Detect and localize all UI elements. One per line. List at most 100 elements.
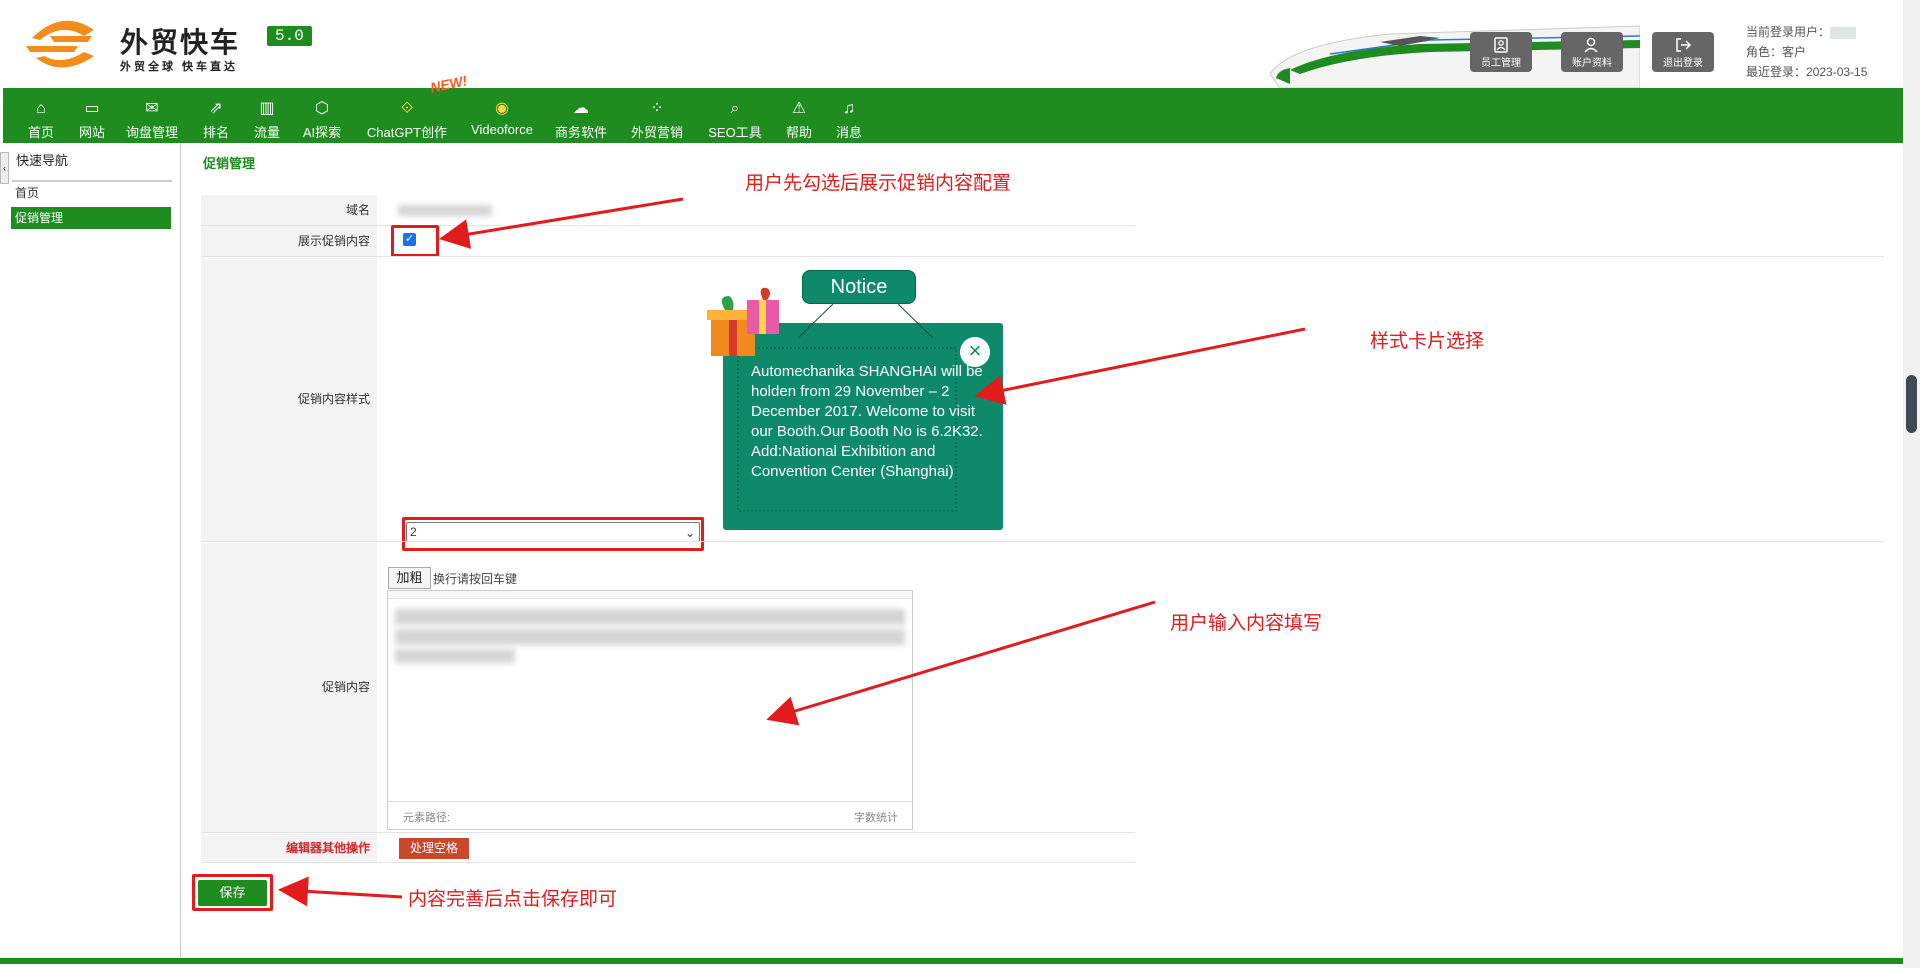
nav-item-home[interactable]: ⌂ 首页 bbox=[21, 88, 61, 143]
bar-chart-icon: ▥ bbox=[259, 100, 275, 117]
domain-value-redacted bbox=[398, 205, 492, 216]
arrow-step2 bbox=[974, 327, 1306, 405]
editor-path-label: 元素路径: bbox=[403, 812, 451, 824]
nav-label: 网站 bbox=[78, 125, 105, 140]
annotation-step4: 内容完善后点击保存即可 bbox=[408, 889, 618, 910]
nav-item-ai[interactable]: ⬡ AI探索 bbox=[297, 88, 347, 143]
staff-icon bbox=[1494, 37, 1508, 53]
nav-item-chatgpt[interactable]: ⟐ ChatGPT创作 bbox=[361, 88, 453, 143]
annotation-highlight-select bbox=[402, 517, 704, 551]
scrollbar[interactable] bbox=[1903, 0, 1920, 968]
ai-icon: ⬡ bbox=[315, 100, 329, 117]
header: 外贸快车 5.0 外贸全球 快车直达 员工管理 账户资料 退出登录 当前登录用户… bbox=[0, 0, 1903, 88]
staff-management-button[interactable]: 员工管理 bbox=[1470, 32, 1532, 72]
help-icon: ⚠ bbox=[791, 100, 807, 117]
row-divider bbox=[201, 541, 1884, 542]
account-info-button[interactable]: 账户资料 bbox=[1561, 32, 1623, 72]
nav-label: 外贸营销 bbox=[630, 125, 683, 140]
nav-label: 排名 bbox=[202, 125, 229, 140]
nav-item-marketing[interactable]: ⁘ 外贸营销 bbox=[627, 88, 687, 143]
logo-version: 5.0 bbox=[267, 26, 312, 46]
nav-item-software[interactable]: ☁ 商务软件 bbox=[551, 88, 611, 143]
sidebar-item-home[interactable]: 首页 bbox=[11, 182, 171, 204]
logout-label: 退出登录 bbox=[1663, 58, 1703, 69]
promo-card-text: Automechanika SHANGHAI will be holden fr… bbox=[751, 363, 983, 480]
nav-item-seo[interactable]: ⌕ SEO工具 bbox=[705, 88, 765, 143]
nav-label: 询盘管理 bbox=[125, 125, 178, 140]
style-label: 促销内容样式 bbox=[201, 258, 377, 541]
row-divider bbox=[201, 256, 1884, 257]
nav-item-videoforce[interactable]: ◉ Videoforce bbox=[466, 88, 538, 143]
editor-word-count: 字数统计 bbox=[854, 812, 898, 824]
logo-title: 外贸快车 bbox=[120, 26, 241, 59]
nav-item-messages[interactable]: ♫ 消息 bbox=[829, 88, 869, 143]
nav-item-traffic[interactable]: ▥ 流量 bbox=[247, 88, 287, 143]
nav-label: 帮助 bbox=[785, 125, 812, 140]
scrollbar-thumb[interactable] bbox=[1906, 375, 1917, 433]
main-nav: ⌂ 首页 ▭ 网站 ✉ 询盘管理 ⇗ 排名 ▥ 流量 ⬡ AI探索 ⟐ ChatGPT创作 ◉… bbox=[3, 88, 1903, 143]
sidebar-title: 快速导航 bbox=[16, 153, 69, 168]
nav-item-ranking[interactable]: ⇗ 排名 bbox=[196, 88, 236, 143]
logo-icon bbox=[26, 20, 94, 68]
bell-icon: ♫ bbox=[843, 100, 855, 117]
editor-hint: 换行请按回车键 bbox=[433, 572, 518, 586]
show-promo-label: 展示促销内容 bbox=[201, 226, 377, 256]
nav-label: AI探索 bbox=[302, 125, 342, 140]
nav-label: Videoforce bbox=[471, 122, 533, 137]
marketing-icon: ⁘ bbox=[650, 100, 664, 117]
nav-label: 首页 bbox=[27, 125, 54, 140]
nav-item-website[interactable]: ▭ 网站 bbox=[72, 88, 112, 143]
editor-footer: 元素路径: 字数统计 bbox=[388, 801, 912, 829]
sidebar-item-promotion[interactable]: 促销管理 bbox=[11, 207, 171, 229]
account-icon bbox=[1584, 37, 1598, 53]
editor-content-redacted bbox=[395, 629, 905, 645]
logout-icon bbox=[1676, 38, 1692, 52]
notice-tag: Notice bbox=[802, 270, 916, 304]
mail-icon: ✉ bbox=[145, 100, 159, 117]
notice-strings bbox=[797, 303, 934, 339]
nav-item-help[interactable]: ⚠ 帮助 bbox=[779, 88, 819, 143]
arrow-step4 bbox=[278, 876, 403, 907]
chatgpt-icon: ⟐ bbox=[400, 100, 414, 117]
role-value: 客户 bbox=[1782, 45, 1807, 59]
other-ops-label: 编辑器其他操作 bbox=[201, 834, 377, 862]
domain-label: 域名 bbox=[201, 195, 377, 225]
process-space-button[interactable]: 处理空格 bbox=[399, 838, 469, 859]
home-icon: ⌂ bbox=[36, 100, 46, 117]
row-divider bbox=[201, 832, 1135, 833]
search-icon: ⌕ bbox=[730, 100, 740, 117]
current-user-label: 当前登录用户： bbox=[1746, 25, 1831, 39]
sidebar bbox=[0, 143, 181, 961]
monitor-icon: ▭ bbox=[84, 100, 100, 117]
last-login-label: 最近登录： bbox=[1746, 65, 1807, 79]
user-info: 当前登录用户： 角色：客户 最近登录：2023-03-15 bbox=[1746, 22, 1867, 82]
current-user-redacted bbox=[1830, 26, 1857, 39]
content-editor[interactable]: 元素路径: 字数统计 bbox=[387, 590, 913, 830]
software-icon: ☁ bbox=[573, 100, 589, 117]
editor-content-redacted bbox=[395, 609, 905, 625]
ranking-icon: ⇗ bbox=[209, 100, 223, 117]
gift-icon bbox=[707, 287, 779, 356]
nav-label: SEO工具 bbox=[708, 125, 762, 140]
nav-label: 消息 bbox=[835, 125, 862, 140]
nav-label: 流量 bbox=[253, 125, 280, 140]
sidebar-collapse-toggle[interactable]: ‹ bbox=[0, 152, 9, 184]
logout-button[interactable]: 退出登录 bbox=[1652, 32, 1714, 72]
footer-bar bbox=[0, 958, 1903, 964]
bold-button[interactable]: 加粗 bbox=[388, 567, 431, 589]
nav-item-inquiry[interactable]: ✉ 询盘管理 bbox=[122, 88, 182, 143]
annotation-step3: 用户输入内容填写 bbox=[1170, 613, 1323, 634]
annotation-step1: 用户先勾选后展示促销内容配置 bbox=[745, 173, 1012, 194]
annotation-highlight-save bbox=[192, 874, 273, 911]
row-divider bbox=[201, 862, 1135, 863]
staff-management-label: 员工管理 bbox=[1481, 58, 1521, 69]
video-icon: ◉ bbox=[495, 100, 509, 117]
nav-label: ChatGPT创作 bbox=[366, 125, 448, 140]
account-info-label: 账户资料 bbox=[1572, 58, 1612, 69]
page-title: 促销管理 bbox=[203, 156, 256, 171]
annotation-highlight-checkbox bbox=[391, 225, 439, 257]
content-label: 促销内容 bbox=[201, 543, 377, 832]
editor-toolbar bbox=[388, 591, 912, 599]
editor-content-redacted bbox=[395, 649, 515, 663]
annotation-step2: 样式卡片选择 bbox=[1370, 331, 1485, 352]
